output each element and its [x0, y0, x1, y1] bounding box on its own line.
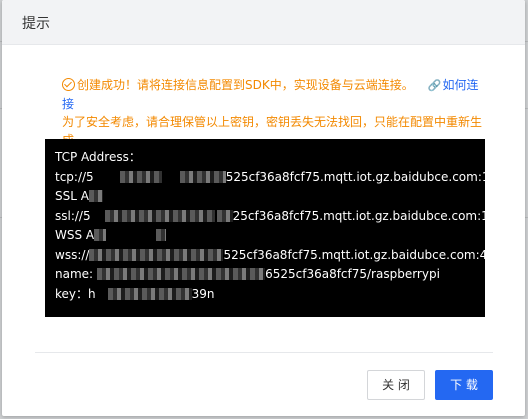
tcp-address-label: TCP Address： — [55, 150, 141, 164]
redacted-mask — [156, 229, 167, 241]
ssl-address-value: ssl://5 25cf36a8fcf75.mqtt.iot.gz.baidubc… — [55, 208, 512, 223]
dialog-header: 提示 — [2, 0, 525, 45]
download-button[interactable]: 下 载 — [435, 370, 493, 400]
redacted-mask — [88, 190, 103, 202]
connection-info-box: TCP Address： tcp://5 525cf36a8fcf75.mqtt.… — [45, 139, 513, 317]
connection-info-dialog: 提示 创建成功！请将连接信息配置到SDK中，实现设备与云端连接。 🔗如何连接 为了… — [2, 0, 525, 416]
redacted-mask — [94, 229, 107, 241]
redacted-mask — [104, 209, 215, 222]
ssl-address-label: SSL A — [55, 187, 485, 207]
success-message: 创建成功！请将连接信息配置到SDK中，实现设备与云端连接。 — [77, 78, 414, 92]
close-button[interactable]: 关 闭 — [367, 370, 425, 400]
link-icon: 🔗 — [427, 79, 442, 92]
device-key-value: key：h 39n — [55, 286, 215, 301]
redacted-mask — [89, 248, 224, 261]
redacted-mask — [119, 170, 162, 183]
footer-divider — [35, 352, 493, 353]
device-name-value: name: 6525cf36a8fcf75/raspberrypi — [55, 267, 440, 281]
check-circle-icon — [62, 78, 75, 91]
redacted-mask — [216, 209, 233, 222]
wss-address-value: wss://525cf36a8fcf75.mqtt.iot.gz.baidubc… — [55, 247, 503, 262]
dialog-title: 提示 — [22, 16, 50, 32]
wss-address-label: WSS A — [55, 226, 485, 246]
redacted-mask — [179, 170, 226, 183]
tcp-address-value: tcp://5 525cf36a8fcf75.mqtt.iot.gz.baidub… — [55, 169, 513, 184]
redacted-mask — [107, 287, 192, 300]
redacted-mask — [97, 268, 266, 280]
